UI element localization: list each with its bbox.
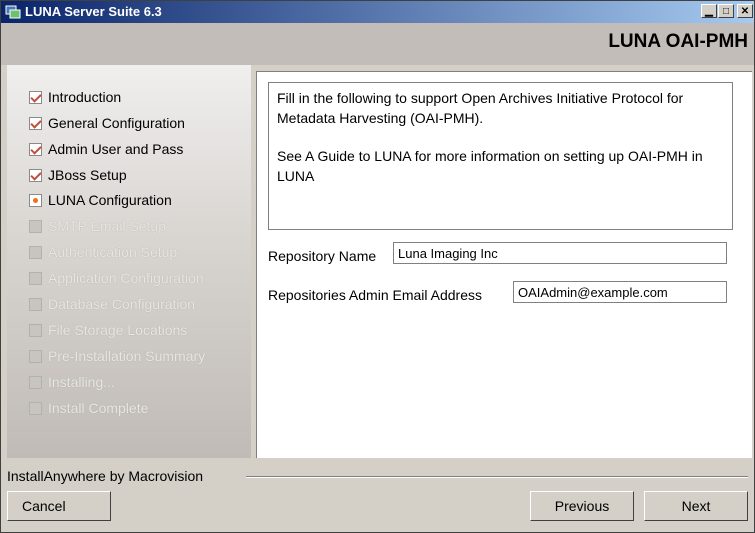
checkbox-icon (29, 401, 42, 415)
checkbox-icon (29, 271, 42, 285)
step-label: Install Complete (48, 400, 149, 416)
checkbox-icon (29, 90, 42, 104)
app-icon (5, 5, 21, 19)
checkbox-icon (29, 245, 42, 259)
step-general-configuration: General Configuration (29, 113, 185, 133)
step-introduction: Introduction (29, 87, 121, 107)
step-label: Pre-Installation Summary (48, 348, 206, 364)
step-application-configuration: Application Configuration (29, 268, 204, 288)
step-file-storage: File Storage Locations (29, 320, 187, 340)
checkbox-icon (29, 375, 42, 389)
step-label: Installing... (48, 374, 115, 390)
step-pre-installation-summary: Pre-Installation Summary (29, 346, 205, 366)
step-label: Authentication Setup (48, 244, 178, 260)
checkbox-icon (29, 142, 42, 156)
header-band: LUNA OAI-PMH (1, 23, 754, 65)
step-smtp-email: SMTP Email Setup (29, 216, 166, 236)
checkbox-icon (29, 323, 42, 337)
step-luna-configuration: LUNA Configuration (29, 190, 172, 210)
admin-email-label: Repositories Admin Email Address (268, 287, 482, 303)
checkbox-icon (29, 168, 42, 182)
step-admin-user: Admin User and Pass (29, 139, 183, 159)
current-step-icon (29, 193, 42, 207)
step-label: JBoss Setup (48, 167, 127, 183)
step-label: File Storage Locations (48, 322, 188, 338)
step-label: Introduction (48, 89, 122, 105)
intro-text-box: Fill in the following to support Open Ar… (268, 82, 733, 230)
repository-name-label: Repository Name (268, 248, 377, 264)
intro-paragraph: Fill in the following to support Open Ar… (277, 90, 684, 126)
admin-email-input[interactable] (513, 281, 727, 303)
page-title: LUNA OAI-PMH (608, 31, 748, 52)
window-title: LUNA Server Suite 6.3 (25, 4, 162, 19)
maximize-button[interactable]: □ (718, 4, 734, 18)
checkbox-icon (29, 349, 42, 363)
step-jboss-setup: JBoss Setup (29, 165, 127, 185)
next-button[interactable]: Next (644, 491, 748, 521)
step-label: SMTP Email Setup (48, 218, 167, 234)
title-bar[interactable]: LUNA Server Suite 6.3 ▁ □ ✕ (1, 1, 754, 23)
previous-button[interactable]: Previous (530, 491, 634, 521)
step-database-configuration: Database Configuration (29, 294, 195, 314)
cancel-button[interactable]: Cancel (7, 491, 111, 521)
step-label: Application Configuration (48, 270, 204, 286)
footer-divider (246, 476, 748, 478)
step-installing: Installing... (29, 372, 115, 392)
content-panel: Fill in the following to support Open Ar… (256, 71, 752, 458)
step-install-complete: Install Complete (29, 398, 148, 418)
minimize-button[interactable]: ▁ (701, 4, 717, 18)
vendor-label: InstallAnywhere by Macrovision (7, 468, 204, 484)
checkbox-icon (29, 297, 42, 311)
checkbox-icon (29, 219, 42, 233)
guide-paragraph: See A Guide to LUNA for more information… (277, 148, 703, 184)
step-label: Database Configuration (48, 296, 196, 312)
step-label: General Configuration (48, 115, 185, 131)
close-button[interactable]: ✕ (737, 4, 753, 18)
installer-window: LUNA Server Suite 6.3 ▁ □ ✕ LUNA OAI-PMH… (0, 0, 755, 533)
repository-name-input[interactable] (393, 242, 727, 264)
step-label: Admin User and Pass (48, 141, 184, 157)
step-authentication: Authentication Setup (29, 242, 177, 262)
step-label: LUNA Configuration (48, 192, 172, 208)
checkbox-icon (29, 116, 42, 130)
